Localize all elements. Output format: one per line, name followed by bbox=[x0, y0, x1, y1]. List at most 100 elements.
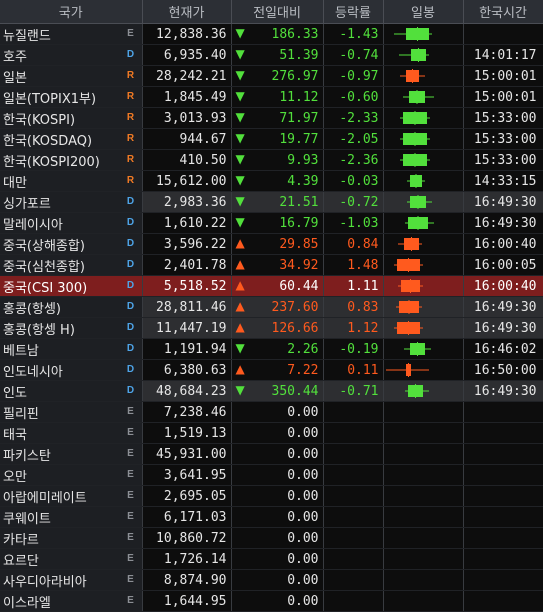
col-header-korea-time[interactable]: 한국시간 bbox=[463, 0, 543, 24]
change-value: 60.44 bbox=[279, 278, 319, 294]
daily-candle-cell bbox=[383, 212, 464, 234]
country-cell[interactable]: 중국(상해종합) D bbox=[0, 233, 143, 255]
country-cell[interactable]: 쿠웨이트 E bbox=[0, 506, 143, 528]
table-row[interactable]: 인도 D 48,684.23 ▼ 350.44 -0.71 16:49:30 bbox=[0, 380, 543, 402]
change-value: 9.93 bbox=[287, 152, 319, 168]
table-row[interactable]: 호주 D 6,935.40 ▼ 51.39 -0.74 14:01:17 bbox=[0, 44, 543, 66]
change-cell: 0.00 bbox=[231, 527, 324, 549]
table-row[interactable]: 싱가포르 D 2,983.36 ▼ 21.51 -0.72 16:49:30 bbox=[0, 191, 543, 213]
table-row[interactable]: 중국(CSI 300) D 5,518.52 ▲ 60.44 1.11 16:00:40 bbox=[0, 275, 543, 297]
col-header-price[interactable]: 현재가 bbox=[142, 0, 232, 24]
country-cell[interactable]: 베트남 D bbox=[0, 338, 143, 360]
change-cell: ▼ 2.26 bbox=[231, 338, 324, 360]
country-cell[interactable]: 홍콩(항셍 H) D bbox=[0, 317, 143, 339]
col-header-country[interactable]: 국가 bbox=[0, 0, 143, 24]
table-row[interactable]: 홍콩(항셍 H) D 11,447.19 ▲ 126.66 1.12 16:49:30 bbox=[0, 317, 543, 339]
korea-time bbox=[463, 401, 543, 423]
table-row[interactable]: 대만 R 15,612.00 ▼ 4.39 -0.03 14:33:15 bbox=[0, 170, 543, 192]
table-row[interactable]: 인도네시아 D 6,380.63 ▲ 7.22 0.11 16:50:00 bbox=[0, 359, 543, 381]
data-source-badge: E bbox=[127, 448, 134, 459]
down-triangle-icon: ▼ bbox=[235, 26, 245, 40]
change-rate bbox=[323, 422, 384, 444]
change-value: 4.39 bbox=[287, 173, 319, 189]
country-cell[interactable]: 말레이시아 D bbox=[0, 212, 143, 234]
country-cell[interactable]: 중국(CSI 300) D bbox=[0, 275, 143, 297]
daily-candle-cell bbox=[383, 233, 464, 255]
korea-time bbox=[463, 485, 543, 507]
table-row[interactable]: 사우디아라비아 E 8,874.90 0.00 bbox=[0, 569, 543, 591]
change-rate bbox=[323, 401, 384, 423]
candlestick-icon bbox=[404, 384, 429, 398]
change-cell: 0.00 bbox=[231, 443, 324, 465]
table-row[interactable]: 일본(TOPIX1부) R 1,845.49 ▼ 11.12 -0.60 15:00:01 bbox=[0, 86, 543, 108]
col-header-change[interactable]: 전일대비 bbox=[231, 0, 324, 24]
country-cell[interactable]: 사우디아라비아 E bbox=[0, 569, 143, 591]
down-triangle-icon: ▼ bbox=[235, 68, 245, 82]
korea-time: 16:00:40 bbox=[463, 233, 543, 255]
daily-candle-cell bbox=[383, 128, 464, 150]
country-cell[interactable]: 홍콩(항셍) D bbox=[0, 296, 143, 318]
country-cell[interactable]: 한국(KOSDAQ) R bbox=[0, 128, 143, 150]
country-name: 일본 bbox=[3, 70, 27, 86]
daily-candle-cell bbox=[383, 23, 464, 45]
country-cell[interactable]: 요르단 E bbox=[0, 548, 143, 570]
country-cell[interactable]: 카타르 E bbox=[0, 527, 143, 549]
korea-time bbox=[463, 590, 543, 612]
data-source-badge: R bbox=[126, 133, 135, 144]
table-row[interactable]: 베트남 D 1,191.94 ▼ 2.26 -0.19 16:46:02 bbox=[0, 338, 543, 360]
data-source-badge: R bbox=[126, 70, 135, 81]
table-row[interactable]: 한국(KOSPI) R 3,013.93 ▼ 71.97 -2.33 15:33:00 bbox=[0, 107, 543, 129]
daily-candle-cell bbox=[383, 485, 464, 507]
country-cell[interactable]: 일본 R bbox=[0, 65, 143, 87]
col-header-rate[interactable]: 등락률 bbox=[323, 0, 384, 24]
table-row[interactable]: 쿠웨이트 E 6,171.03 0.00 bbox=[0, 506, 543, 528]
table-row[interactable]: 중국(심천종합) D 2,401.78 ▲ 34.92 1.48 16:00:05 bbox=[0, 254, 543, 276]
table-row[interactable]: 말레이시아 D 1,610.22 ▼ 16.79 -1.03 16:49:30 bbox=[0, 212, 543, 234]
change-value: 237.60 bbox=[271, 299, 319, 315]
country-cell[interactable]: 호주 D bbox=[0, 44, 143, 66]
table-row[interactable]: 뉴질랜드 E 12,838.36 ▼ 186.33 -1.43 bbox=[0, 23, 543, 45]
country-cell[interactable]: 일본(TOPIX1부) R bbox=[0, 86, 143, 108]
table-row[interactable]: 태국 E 1,519.13 0.00 bbox=[0, 422, 543, 444]
daily-candle-cell bbox=[383, 569, 464, 591]
country-cell[interactable]: 태국 E bbox=[0, 422, 143, 444]
country-cell[interactable]: 대만 R bbox=[0, 170, 143, 192]
data-source-badge: E bbox=[127, 574, 134, 585]
country-cell[interactable]: 이스라엘 E bbox=[0, 590, 143, 612]
table-row[interactable]: 아랍에미레이트 E 2,695.05 0.00 bbox=[0, 485, 543, 507]
country-cell[interactable]: 파키스탄 E bbox=[0, 443, 143, 465]
country-cell[interactable]: 중국(심천종합) D bbox=[0, 254, 143, 276]
current-price: 1,191.94 bbox=[142, 338, 232, 360]
change-value: 0.00 bbox=[287, 488, 319, 504]
country-cell[interactable]: 한국(KOSPI200) R bbox=[0, 149, 143, 171]
country-cell[interactable]: 오만 E bbox=[0, 464, 143, 486]
col-header-daily-candle[interactable]: 일봉 bbox=[383, 0, 464, 24]
up-triangle-icon: ▲ bbox=[235, 257, 245, 271]
change-value: 0.00 bbox=[287, 425, 319, 441]
table-row[interactable]: 오만 E 3,641.95 0.00 bbox=[0, 464, 543, 486]
country-cell[interactable]: 아랍에미레이트 E bbox=[0, 485, 143, 507]
table-row[interactable]: 요르단 E 1,726.14 0.00 bbox=[0, 548, 543, 570]
current-price: 48,684.23 bbox=[142, 380, 232, 402]
country-cell[interactable]: 필리핀 E bbox=[0, 401, 143, 423]
table-row[interactable]: 이스라엘 E 1,644.95 0.00 bbox=[0, 590, 543, 612]
table-row[interactable]: 홍콩(항셍) D 28,811.46 ▲ 237.60 0.83 16:49:30 bbox=[0, 296, 543, 318]
data-source-badge: D bbox=[126, 259, 135, 270]
country-cell[interactable]: 싱가포르 D bbox=[0, 191, 143, 213]
change-cell: ▼ 71.97 bbox=[231, 107, 324, 129]
table-row[interactable]: 한국(KOSDAQ) R 944.67 ▼ 19.77 -2.05 15:33:00 bbox=[0, 128, 543, 150]
country-cell[interactable]: 뉴질랜드 E bbox=[0, 23, 143, 45]
table-row[interactable]: 한국(KOSPI200) R 410.50 ▼ 9.93 -2.36 15:33:00 bbox=[0, 149, 543, 171]
daily-candle-cell bbox=[383, 317, 464, 339]
table-row[interactable]: 일본 R 28,242.21 ▼ 276.97 -0.97 15:00:01 bbox=[0, 65, 543, 87]
table-row[interactable]: 카타르 E 10,860.72 0.00 bbox=[0, 527, 543, 549]
country-cell[interactable]: 인도네시아 D bbox=[0, 359, 143, 381]
country-cell[interactable]: 한국(KOSPI) R bbox=[0, 107, 143, 129]
table-row[interactable]: 파키스탄 E 45,931.00 0.00 bbox=[0, 443, 543, 465]
daily-candle-cell bbox=[383, 527, 464, 549]
country-cell[interactable]: 인도 D bbox=[0, 380, 143, 402]
data-source-badge: E bbox=[127, 511, 134, 522]
table-row[interactable]: 중국(상해종합) D 3,596.22 ▲ 29.85 0.84 16:00:40 bbox=[0, 233, 543, 255]
daily-candle-cell bbox=[383, 548, 464, 570]
table-row[interactable]: 필리핀 E 7,238.46 0.00 bbox=[0, 401, 543, 423]
